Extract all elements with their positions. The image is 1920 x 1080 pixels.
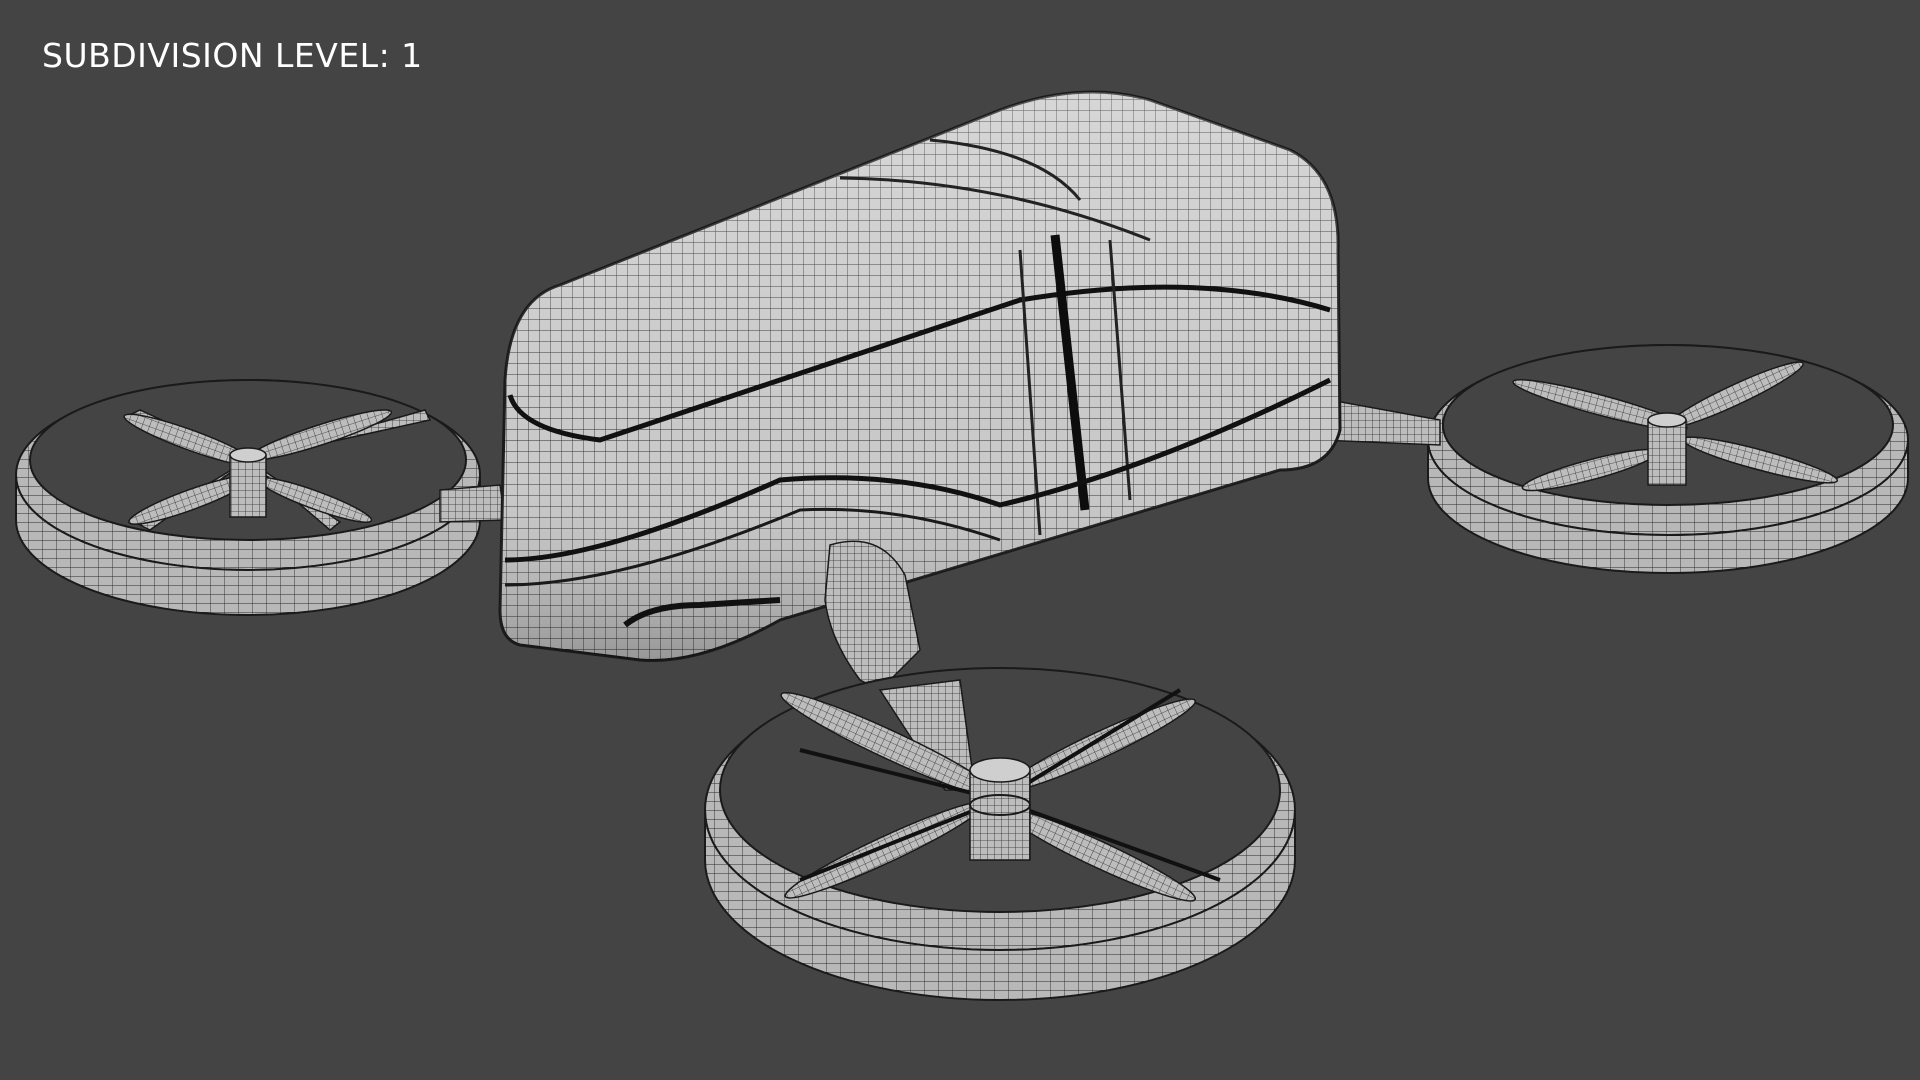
subdivision-level-label: SUBDIVISION LEVEL: 1 xyxy=(42,36,423,75)
right-rotor-hub xyxy=(1647,412,1687,486)
left-arm xyxy=(439,484,506,523)
left-rotor-duct[interactable] xyxy=(15,379,481,616)
right-rotor-duct[interactable] xyxy=(1427,344,1909,574)
3d-viewport[interactable] xyxy=(0,0,1920,1080)
front-rotor-duct[interactable] xyxy=(704,667,1296,1001)
fuselage[interactable] xyxy=(498,90,1342,662)
left-rotor-hub xyxy=(229,447,267,518)
front-rotor-hub xyxy=(969,757,1031,861)
